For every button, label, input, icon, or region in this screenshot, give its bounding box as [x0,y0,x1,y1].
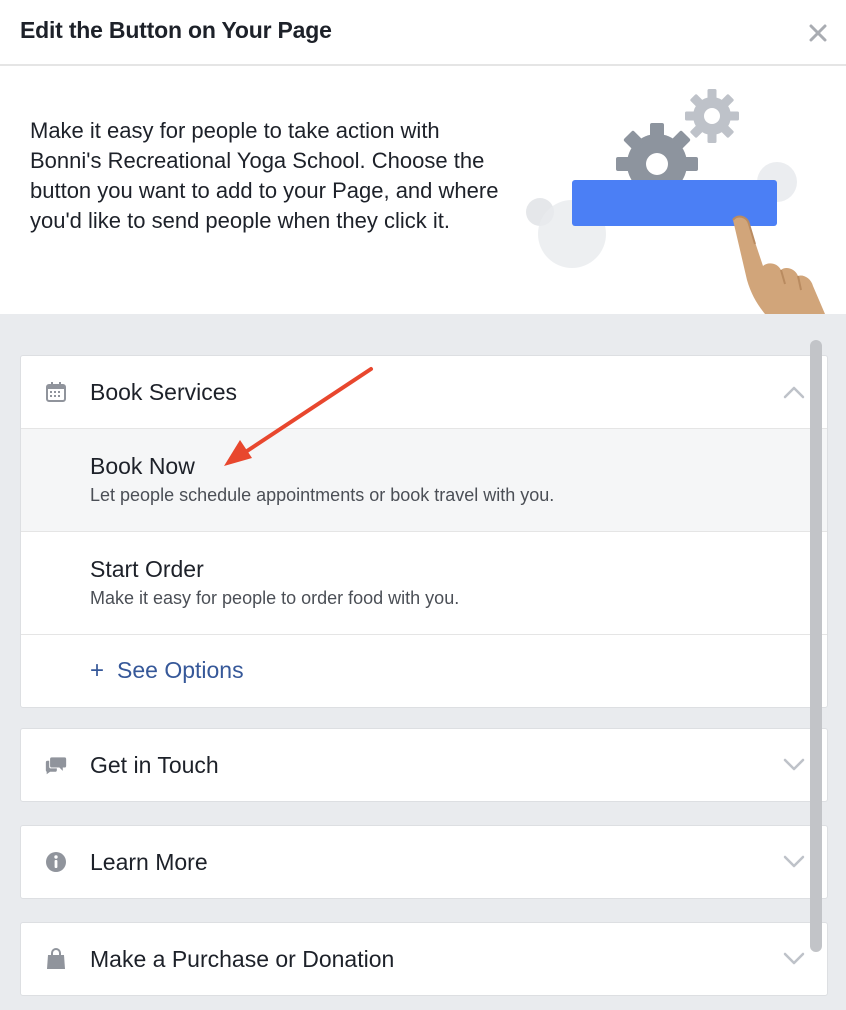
option-start-order[interactable]: Start Order Make it easy for people to o… [21,531,827,634]
category-header-learn-more[interactable]: Learn More [21,826,827,898]
illustration-image [526,89,825,314]
see-options-link[interactable]: + See Options [21,634,827,706]
category-card-get-in-touch: Get in Touch [20,728,828,802]
category-label: Get in Touch [90,751,219,778]
category-card-book-services: Book Services Book Now Let people schedu… [20,355,828,708]
category-label: Book Services [90,378,238,405]
category-header-get-in-touch[interactable]: Get in Touch [21,729,827,801]
small-gear-icon [685,89,739,143]
shopping-bag-icon [45,948,67,970]
chevron-up-icon [783,386,805,399]
intro-section: Make it easy for people to take action w… [0,66,846,314]
category-header-book-services[interactable]: Book Services [21,356,827,428]
option-book-now[interactable]: Book Now Let people schedule appointment… [21,428,827,531]
chevron-down-icon [783,855,805,868]
category-card-learn-more: Learn More [20,825,828,899]
dialog-title: Edit the Button on Your Page [20,17,332,43]
scrollbar-thumb[interactable] [810,340,822,952]
close-icon [809,24,827,42]
plus-icon: + [90,656,105,684]
chevron-down-icon [783,952,805,965]
option-description: Let people schedule appointments or book… [90,485,555,505]
option-title: Book Now [90,453,195,479]
category-label: Make a Purchase or Donation [90,945,395,972]
option-title: Start Order [90,556,204,582]
dialog-header: Edit the Button on Your Page [0,0,846,66]
category-card-purchase-donation: Make a Purchase or Donation [20,922,828,996]
pointing-hand-icon [732,215,825,314]
intro-text: Make it easy for people to take action w… [30,118,499,233]
see-options-label: See Options [117,657,244,683]
chat-bubbles-icon [45,754,67,776]
button-category-list: Book Services Book Now Let people schedu… [0,314,846,1010]
category-header-purchase-donation[interactable]: Make a Purchase or Donation [21,923,827,995]
category-label: Learn More [90,848,208,875]
calendar-icon [45,381,67,403]
close-button[interactable] [804,17,832,49]
option-description: Make it easy for people to order food wi… [90,588,460,608]
info-icon [45,851,67,873]
chevron-down-icon [783,758,805,771]
